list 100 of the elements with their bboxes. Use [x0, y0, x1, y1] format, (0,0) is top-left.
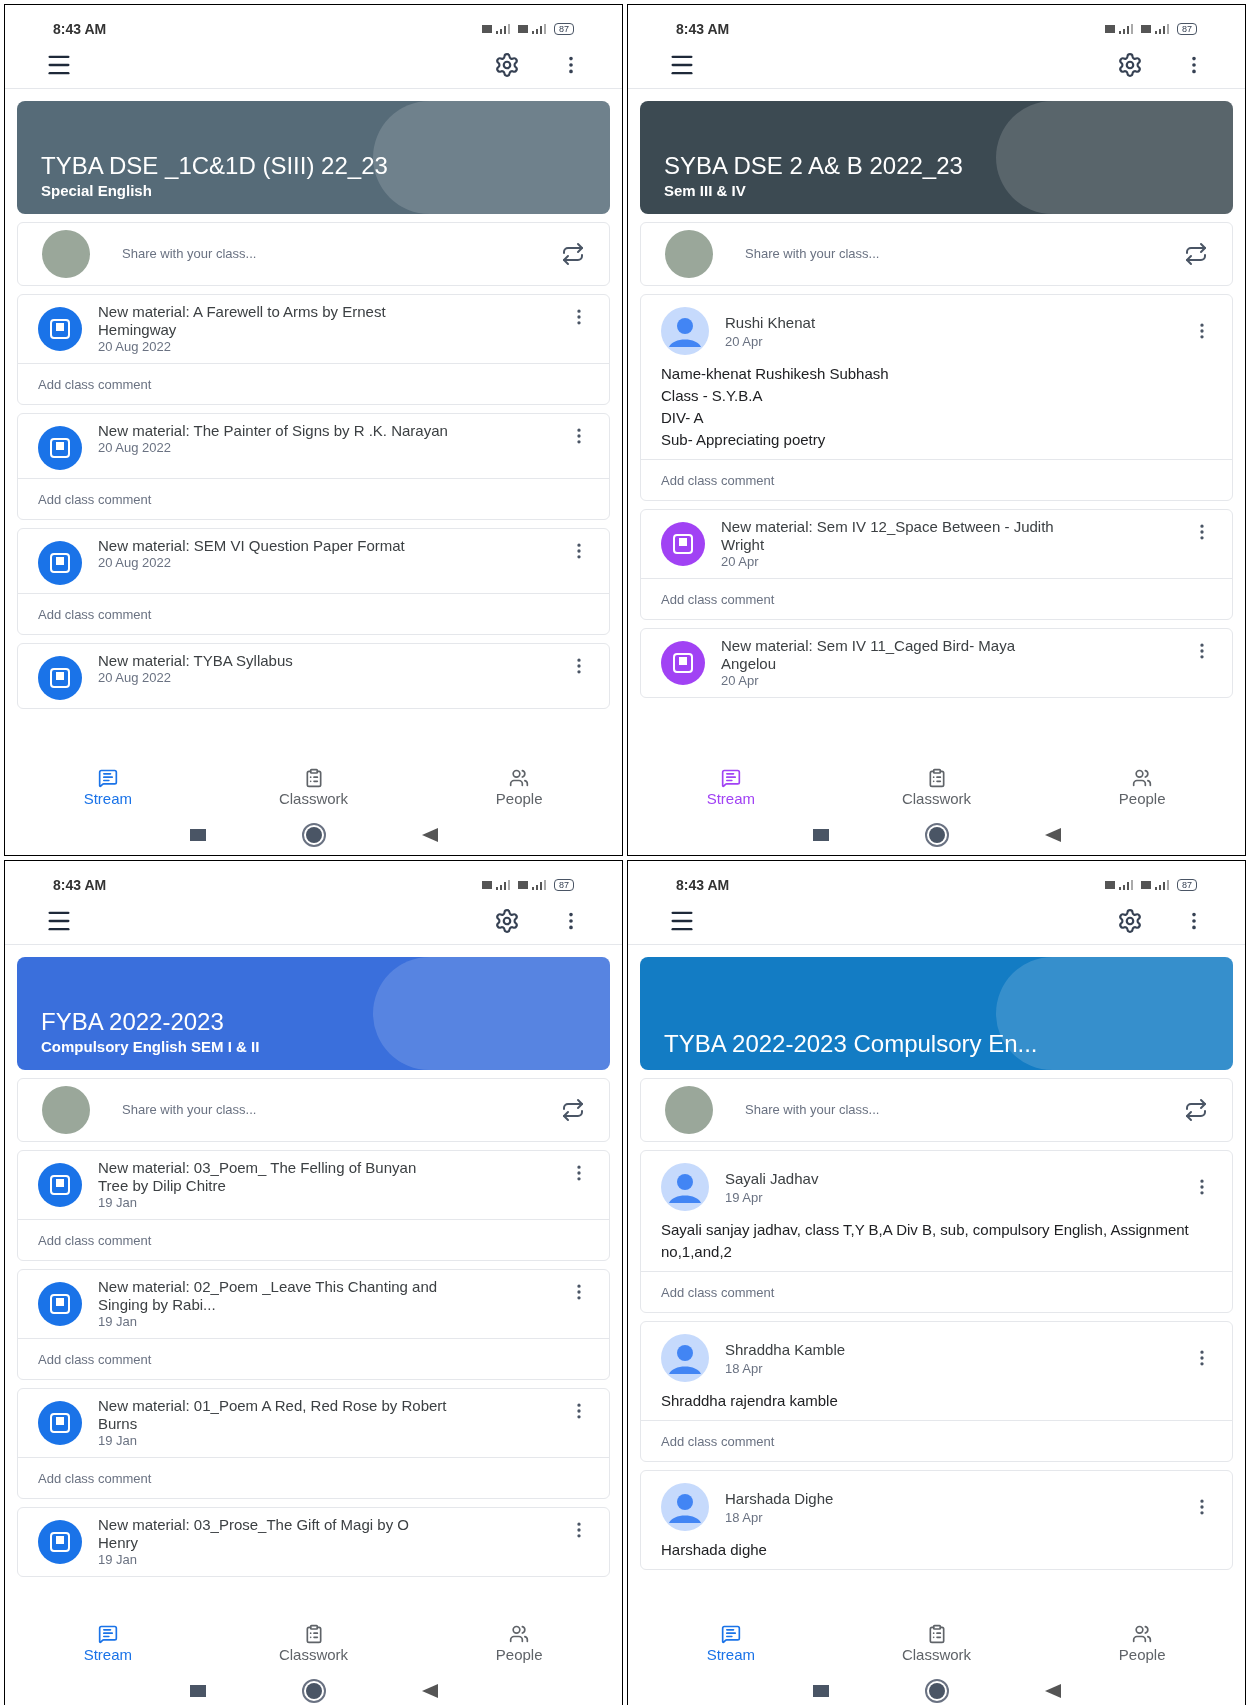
share-card[interactable]: Share with your class...: [640, 1078, 1233, 1142]
signal-icon: [1105, 880, 1133, 890]
post-date: 20 Apr: [721, 554, 760, 570]
home-icon[interactable]: [301, 1679, 326, 1703]
back-icon[interactable]: [421, 1684, 438, 1698]
back-icon[interactable]: [421, 828, 438, 842]
add-comment-link[interactable]: Add class comment: [38, 1352, 152, 1367]
share-card[interactable]: Share with your class...: [17, 222, 610, 286]
avatar-icon: [661, 1483, 709, 1531]
share-placeholder: Share with your class...: [122, 1101, 258, 1120]
profile-photo: [665, 230, 713, 278]
class-subtitle: Special English: [41, 180, 153, 201]
nav-tab[interactable]: People: [416, 1619, 622, 1671]
class-subtitle: Compulsory English SEM I & II: [41, 1036, 261, 1057]
post-title[interactable]: New material: The Painter of Signs by R .K. Narayan: [98, 422, 448, 440]
add-comment-link[interactable]: Add class comment: [38, 607, 152, 622]
post-title[interactable]: New material: Sem IV 12_Space Between - Judith Wright: [721, 518, 1071, 554]
author-name: Rushi Khenat: [725, 312, 817, 333]
back-icon[interactable]: [1044, 1684, 1061, 1698]
nav-tab[interactable]: Stream: [5, 763, 211, 815]
post-date: 18 Apr: [725, 1510, 764, 1527]
nav-tab[interactable]: Classwork: [210, 1619, 417, 1671]
add-comment-link[interactable]: Add class comment: [38, 1471, 152, 1486]
people-icon: [509, 1623, 530, 1644]
post-title[interactable]: New material: SEM VI Question Paper Format: [98, 537, 448, 555]
back-icon[interactable]: [1044, 828, 1061, 842]
nav-tab[interactable]: People: [1039, 1619, 1245, 1671]
post-text: Harshada dighe: [661, 1540, 768, 1560]
signal-icon: [482, 880, 510, 890]
recents-icon[interactable]: [189, 1685, 206, 1697]
chat-icon: [97, 767, 118, 788]
recents-icon[interactable]: [812, 1685, 829, 1697]
post-date: 19 Jan: [98, 1195, 139, 1211]
repost-icon[interactable]: [561, 1098, 585, 1122]
signal-icon: [1141, 880, 1169, 890]
nav-tab[interactable]: Stream: [628, 1619, 834, 1671]
nav-tab[interactable]: People: [416, 763, 622, 815]
add-comment-link[interactable]: Add class comment: [661, 592, 775, 607]
post-date: 20 Apr: [721, 673, 760, 689]
post-title[interactable]: New material: Sem IV 11_Caged Bird- Maya Angelou: [721, 637, 1071, 673]
chat-icon: [97, 1623, 118, 1644]
post-title[interactable]: New material: 03_Prose_The Gift of Magi by O Henry: [98, 1516, 448, 1552]
nav-tab[interactable]: Stream: [5, 1619, 211, 1671]
post-title[interactable]: New material: 02_Poem _Leave This Chanting and Singing by Rabi...: [98, 1278, 448, 1314]
home-icon[interactable]: [301, 823, 326, 847]
post-date: 20 Aug 2022: [98, 670, 173, 686]
profile-photo: [42, 1086, 90, 1134]
post-text: Name-khenat Rushikesh Subhash: [661, 364, 890, 384]
battery-indicator: 87: [1177, 23, 1197, 35]
signal-icon: [482, 24, 510, 34]
recents-icon[interactable]: [812, 829, 829, 841]
add-comment-link[interactable]: Add class comment: [38, 377, 152, 392]
post-date: 20 Aug 2022: [98, 440, 173, 456]
settings-icon[interactable]: [494, 51, 520, 78]
share-card[interactable]: Share with your class...: [17, 1078, 610, 1142]
recents-icon[interactable]: [189, 829, 206, 841]
share-placeholder: Share with your class...: [122, 245, 258, 264]
share-placeholder: Share with your class...: [745, 245, 881, 264]
add-comment-link[interactable]: Add class comment: [661, 1434, 775, 1449]
repost-icon[interactable]: [1184, 1098, 1208, 1122]
post-text: DIV- A: [661, 408, 705, 428]
status-time: 8:43 AM: [676, 875, 730, 895]
nav-tab[interactable]: Classwork: [210, 763, 417, 815]
class-title: SYBA DSE 2 A& B 2022_23: [664, 151, 964, 180]
post-title[interactable]: New material: 01_Poem A Red, Red Rose by Robert Burns: [98, 1397, 448, 1433]
avatar-icon: [661, 1163, 709, 1211]
status-time: 8:43 AM: [53, 875, 107, 895]
avatar-icon: [661, 1334, 709, 1382]
signal-icon: [1105, 24, 1133, 34]
settings-icon[interactable]: [494, 907, 520, 934]
post-date: 18 Apr: [725, 1361, 764, 1378]
add-comment-link[interactable]: Add class comment: [661, 1285, 775, 1300]
class-subtitle: Sem III & IV: [664, 180, 747, 201]
home-icon[interactable]: [924, 1679, 949, 1703]
people-icon: [1132, 1623, 1153, 1644]
share-card[interactable]: Share with your class...: [640, 222, 1233, 286]
nav-tab[interactable]: Classwork: [833, 1619, 1040, 1671]
settings-icon[interactable]: [1117, 51, 1143, 78]
post-title[interactable]: New material: 03_Poem_ The Felling of Bunyan Tree by Dilip Chitre: [98, 1159, 448, 1195]
repost-icon[interactable]: [1184, 242, 1208, 266]
chat-icon: [720, 767, 741, 788]
repost-icon[interactable]: [561, 242, 585, 266]
nav-tab[interactable]: Classwork: [833, 763, 1040, 815]
post-title[interactable]: New material: A Farewell to Arms by Ernest Hemingway: [98, 303, 448, 339]
add-comment-link[interactable]: Add class comment: [38, 492, 152, 507]
chat-icon: [720, 1623, 741, 1644]
battery-indicator: 87: [554, 23, 574, 35]
nav-tab[interactable]: Stream: [628, 763, 834, 815]
post-title[interactable]: New material: TYBA Syllabus: [98, 652, 448, 670]
post-date: 20 Aug 2022: [98, 339, 173, 355]
home-icon[interactable]: [924, 823, 949, 847]
signal-icon: [518, 880, 546, 890]
nav-tab[interactable]: People: [1039, 763, 1245, 815]
author-name: Sayali Jadhav: [725, 1168, 820, 1189]
post-text: Sub- Appreciating poetry: [661, 430, 827, 450]
add-comment-link[interactable]: Add class comment: [38, 1233, 152, 1248]
post-date: 20 Apr: [725, 334, 764, 351]
add-comment-link[interactable]: Add class comment: [661, 473, 775, 488]
post-date: 19 Apr: [725, 1190, 764, 1207]
settings-icon[interactable]: [1117, 907, 1143, 934]
